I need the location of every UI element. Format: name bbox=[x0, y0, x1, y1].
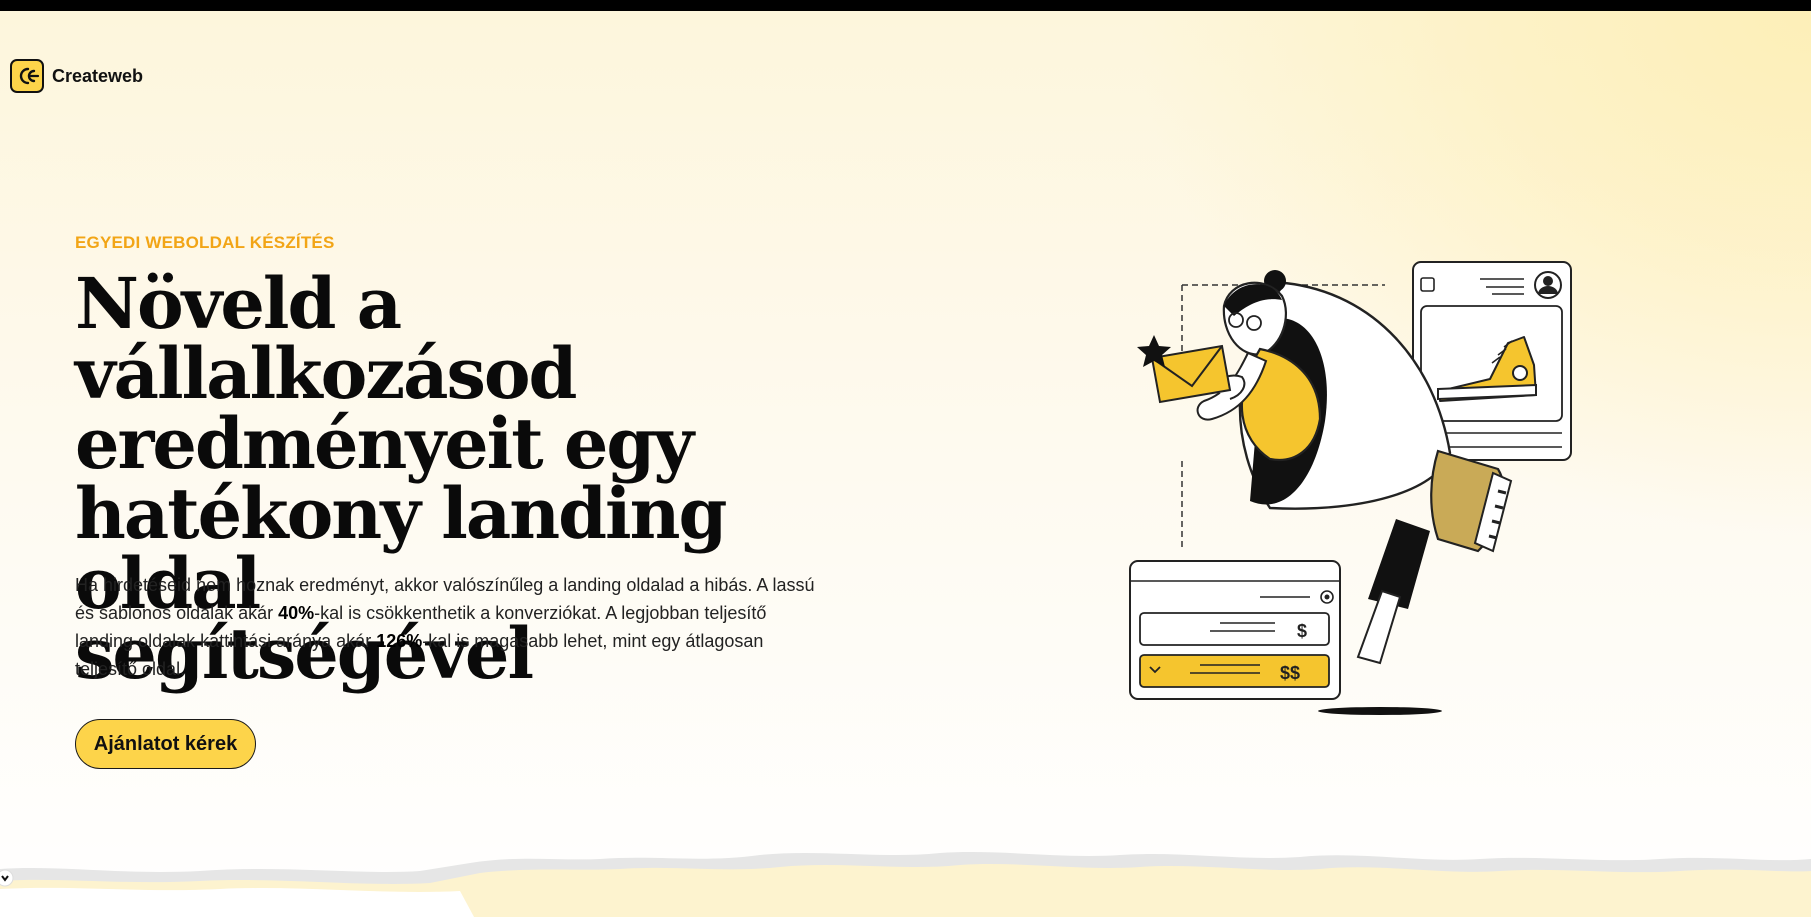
scroll-chevron-icon[interactable] bbox=[0, 869, 14, 887]
hero-lead-paragraph: Ha hirdetéseid nem hoznak eredményt, akk… bbox=[75, 571, 825, 683]
pricing-card: $ $$ bbox=[1129, 560, 1341, 700]
lead-stat-40: 40% bbox=[278, 603, 315, 623]
logo-text: Createweb bbox=[52, 65, 144, 86]
lead-stat-126: 126% bbox=[376, 631, 423, 651]
torn-paper-divider bbox=[0, 852, 1811, 917]
top-border bbox=[0, 0, 1811, 11]
headline-line: Növeld a vállalkozásod bbox=[75, 262, 578, 415]
dollar-icon: $$ bbox=[1280, 663, 1300, 683]
user-avatar-icon bbox=[1534, 271, 1562, 299]
megaphone-illustration: $ $$ bbox=[1129, 261, 1572, 715]
dollar-icon: $ bbox=[1297, 621, 1307, 641]
hero-eyebrow: EGYEDI WEBOLDAL KÉSZÍTÉS bbox=[75, 233, 335, 252]
hero-section: Createweb EGYEDI WEBOLDAL KÉSZÍTÉS Növel… bbox=[0, 11, 1811, 917]
createweb-logo-icon bbox=[10, 59, 44, 93]
logo-link[interactable]: Createweb bbox=[10, 59, 143, 93]
request-offer-button[interactable]: Ajánlatot kérek bbox=[75, 719, 256, 769]
